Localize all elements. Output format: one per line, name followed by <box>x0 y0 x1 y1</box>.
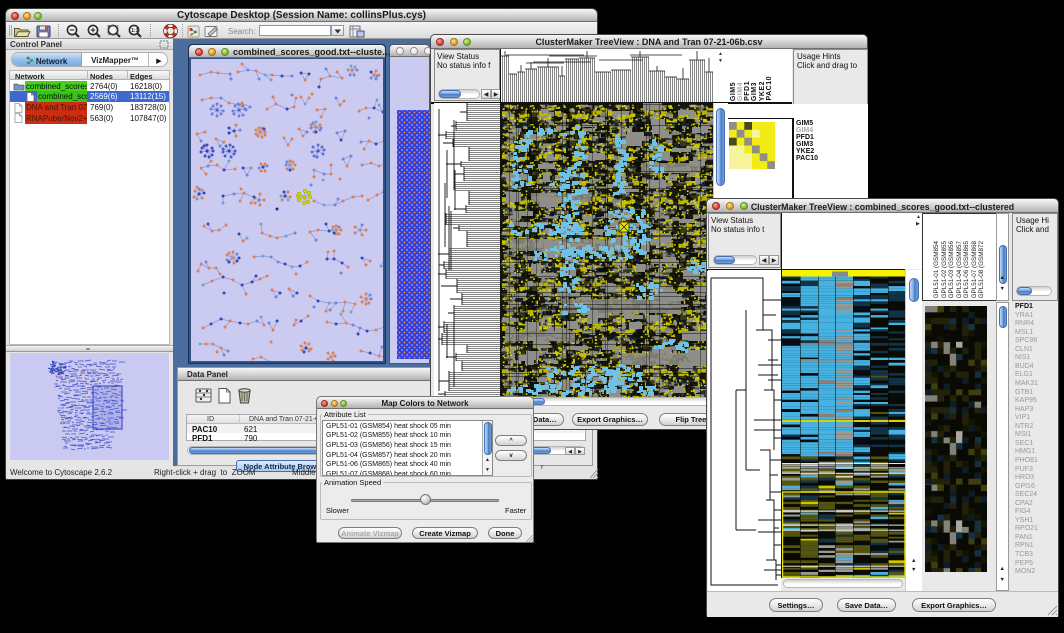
svg-text:1:1: 1:1 <box>131 28 138 34</box>
